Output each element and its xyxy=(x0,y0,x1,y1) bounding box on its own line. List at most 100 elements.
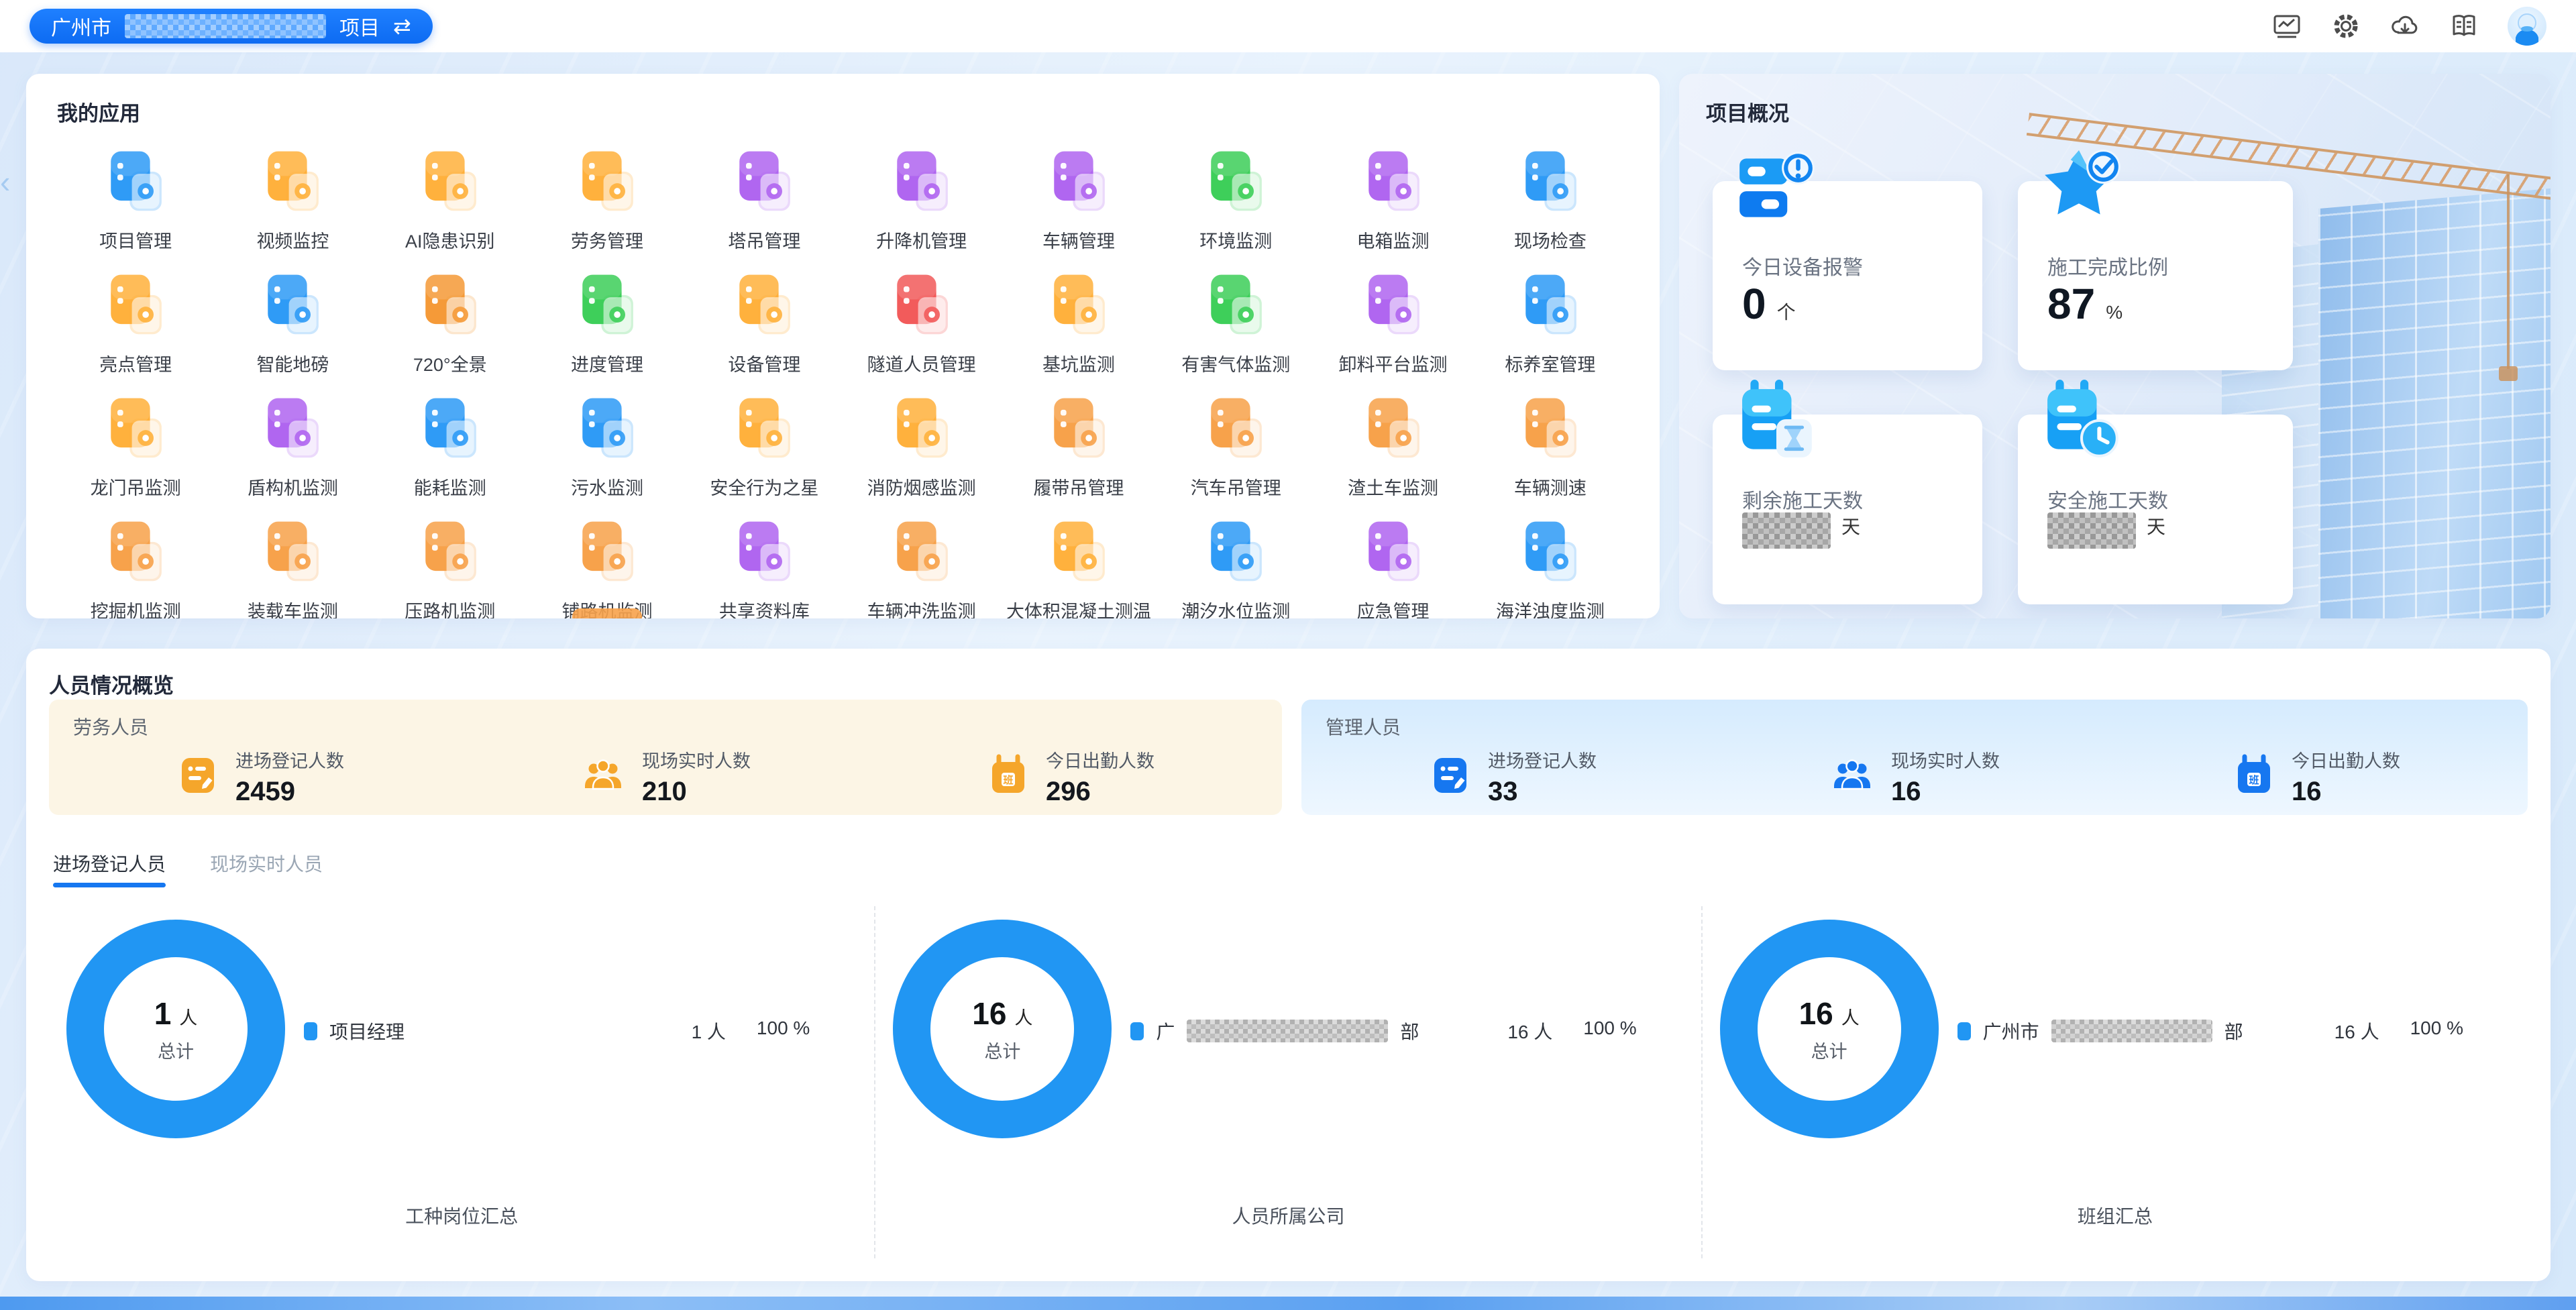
app-item[interactable]: 压路机监测 xyxy=(372,516,529,618)
app-item[interactable]: 环境监测 xyxy=(1157,146,1314,253)
management-stats: 进场登记人数 33 现场实时人数 16 班 今日出勤人数 16 xyxy=(1301,739,2528,815)
stat-unit: 天 xyxy=(1841,512,1860,539)
app-item[interactable]: 劳务管理 xyxy=(529,146,686,253)
app-label: 卸料平台监测 xyxy=(1339,350,1448,376)
app-label: 汽车吊管理 xyxy=(1191,474,1281,500)
sidebar-collapse-icon[interactable]: ‹ xyxy=(0,166,10,197)
chart-title: 人员所属公司 xyxy=(875,1202,1701,1229)
legend-row: 广州市 部 16 人 100 % xyxy=(1957,1018,2463,1044)
app-item[interactable]: 电箱监测 xyxy=(1314,146,1471,253)
app-item[interactable]: 盾构机监测 xyxy=(214,392,371,500)
my-apps-panel: 我的应用 项目管理 视频监控 AI隐患识别 劳务管理 塔吊管理 xyxy=(26,74,1660,618)
app-item[interactable]: 海洋浊度监测 xyxy=(1472,516,1629,618)
legend-count: 16 人 xyxy=(1507,1018,1552,1044)
legend-bullet xyxy=(1130,1022,1144,1040)
app-icon xyxy=(1514,392,1587,468)
app-item[interactable]: 车辆管理 xyxy=(1000,146,1157,253)
app-item[interactable]: 污水监测 xyxy=(529,392,686,500)
app-item[interactable]: 车辆测速 xyxy=(1472,392,1629,500)
personnel-overview-panel: 人员情况概览 劳务人员 进场登记人数 2459 现场实时人数 210 班 xyxy=(26,649,2551,1281)
app-icon xyxy=(256,392,329,468)
labor-personnel-card: 劳务人员 进场登记人数 2459 现场实时人数 210 班 今日出勤人数 296 xyxy=(49,700,1282,815)
app-item[interactable]: 潮汐水位监测 xyxy=(1157,516,1314,618)
project-name-suffix: 项目 xyxy=(339,11,380,41)
settings-icon[interactable] xyxy=(2330,11,2361,42)
app-item[interactable]: 亮点管理 xyxy=(57,269,214,376)
legend-label-suffix: 部 xyxy=(1400,1018,1419,1044)
personnel-overview-title: 人员情况概览 xyxy=(49,669,2528,699)
topbar-icons xyxy=(2271,7,2546,46)
my-apps-title: 我的应用 xyxy=(57,97,1629,127)
tab-registered-personnel[interactable]: 进场登记人员 xyxy=(53,850,166,887)
app-icon xyxy=(728,146,800,221)
app-item[interactable]: 共享资料库 xyxy=(686,516,843,618)
app-item[interactable]: 装载车监测 xyxy=(214,516,371,618)
legend-row: 广 部 16 人 100 % xyxy=(1130,1018,1636,1044)
app-item[interactable]: 安全行为之星 xyxy=(686,392,843,500)
app-item[interactable]: 设备管理 xyxy=(686,269,843,376)
dashboard-icon[interactable] xyxy=(2271,11,2302,42)
app-item[interactable]: 龙门吊监测 xyxy=(57,392,214,500)
app-item[interactable]: 720°全景 xyxy=(372,269,529,376)
manual-icon[interactable] xyxy=(2449,11,2479,42)
app-item[interactable]: 有害气体监测 xyxy=(1157,269,1314,376)
app-label: 潮汐水位监测 xyxy=(1181,597,1290,618)
app-item[interactable]: 汽车吊管理 xyxy=(1157,392,1314,500)
app-item[interactable]: 履带吊管理 xyxy=(1000,392,1157,500)
project-switcher[interactable]: 广州市 项目 ⇄ xyxy=(30,9,433,44)
app-item[interactable]: 挖掘机监测 xyxy=(57,516,214,618)
legend-label-prefix: 广州市 xyxy=(1983,1018,2039,1044)
app-label: 亮点管理 xyxy=(99,350,172,376)
app-item[interactable]: 智能地磅 xyxy=(214,269,371,376)
app-item[interactable]: 应急管理 xyxy=(1314,516,1471,618)
app-label: 海洋浊度监测 xyxy=(1496,597,1605,618)
app-label: 龙门吊监测 xyxy=(91,474,181,500)
app-item[interactable]: 塔吊管理 xyxy=(686,146,843,253)
project-overview-title: 项目概况 xyxy=(1706,97,2524,127)
app-icon xyxy=(1042,269,1115,345)
app-label: 装载车监测 xyxy=(248,597,338,618)
app-item[interactable]: 升降机管理 xyxy=(843,146,1000,253)
app-label: 共享资料库 xyxy=(719,597,810,618)
app-label: 电箱监测 xyxy=(1357,227,1430,253)
donut-total-label: 总计 xyxy=(984,1037,1020,1063)
app-item[interactable]: 现场检查 xyxy=(1472,146,1629,253)
app-item[interactable]: 基坑监测 xyxy=(1000,269,1157,376)
app-icon xyxy=(728,516,800,592)
app-item[interactable]: 隧道人员管理 xyxy=(843,269,1000,376)
app-item[interactable]: 车辆冲洗监测 xyxy=(843,516,1000,618)
stat-label: 进场登记人数 xyxy=(235,747,344,773)
tab-realtime-personnel[interactable]: 现场实时人员 xyxy=(210,850,323,887)
cloud-download-icon[interactable] xyxy=(2390,11,2420,42)
app-item[interactable]: 卸料平台监测 xyxy=(1314,269,1471,376)
app-item[interactable]: 铺路机监测 xyxy=(529,516,686,618)
app-icon xyxy=(885,392,958,468)
attendance-icon: 班 xyxy=(2233,754,2275,800)
app-item[interactable]: 渣土车监测 xyxy=(1314,392,1471,500)
app-item[interactable]: 大体积混凝土测温 xyxy=(1000,516,1157,618)
app-item[interactable]: 能耗监测 xyxy=(372,392,529,500)
stat-value: 33 xyxy=(1488,777,1597,807)
masked-value xyxy=(2047,512,2136,549)
svg-text:班: 班 xyxy=(2249,774,2259,786)
app-label: 有害气体监测 xyxy=(1181,350,1290,376)
personnel-stat: 现场实时人数 16 xyxy=(1829,747,2000,807)
app-icon xyxy=(1042,392,1115,468)
app-icon xyxy=(1199,269,1272,345)
app-icon xyxy=(728,392,800,468)
glass-building-illustration xyxy=(2318,187,2551,618)
app-label: 现场检查 xyxy=(1514,227,1587,253)
app-icon xyxy=(571,516,643,592)
legend-percent: 100 % xyxy=(1583,1018,1636,1044)
app-item[interactable]: 消防烟感监测 xyxy=(843,392,1000,500)
app-item[interactable]: 项目管理 xyxy=(57,146,214,253)
app-item[interactable]: 进度管理 xyxy=(529,269,686,376)
app-item[interactable]: AI隐患识别 xyxy=(372,146,529,253)
user-avatar[interactable] xyxy=(2508,7,2546,46)
app-icon xyxy=(1357,146,1430,221)
app-item[interactable]: 标养室管理 xyxy=(1472,269,1629,376)
app-item[interactable]: 视频监控 xyxy=(214,146,371,253)
app-label: 车辆管理 xyxy=(1042,227,1115,253)
app-screen: 广州市 项目 ⇄ xyxy=(0,0,2576,1310)
project-stat-card: 今日设备报警 0个 xyxy=(1713,181,1982,370)
